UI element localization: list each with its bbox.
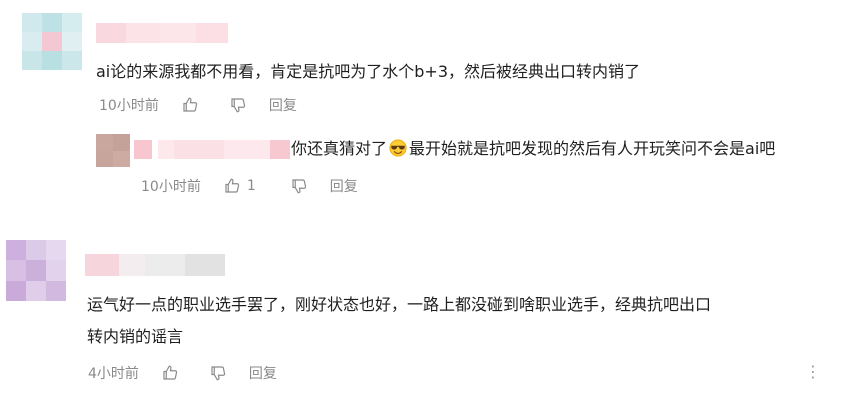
comment-meta: 10小时前 回复: [99, 94, 297, 116]
thumbs-up-icon: [225, 178, 239, 193]
reply-button[interactable]: 回复: [269, 95, 297, 115]
reply-text-part1: 你还真猜对了: [291, 139, 388, 158]
sunglasses-emoji-icon: [389, 139, 407, 157]
dislike-button[interactable]: [209, 364, 227, 382]
reply-username-blurred[interactable]: [134, 140, 290, 159]
comment-text-line1: 运气好一点的职业选手罢了，刚好状态也好，一路上都没碰到啥职业选手，经典抗吧出口: [87, 295, 712, 314]
thumbs-down-icon: [211, 366, 226, 381]
thumbs-down-icon: [292, 179, 306, 194]
reply-text-part2: 最开始就是抗吧发现的然后有人开玩笑问不会是ai吧: [409, 139, 776, 158]
avatar[interactable]: [6, 240, 66, 301]
like-count: 1: [246, 178, 256, 194]
reply-button[interactable]: 回复: [249, 363, 277, 383]
comment-text: ai论的来源我都不用看，肯定是抗吧为了水个b+3，然后被经典出口转内销了: [96, 62, 640, 81]
username-blurred[interactable]: [85, 254, 225, 276]
reply-meta: 10小时前 1 回复: [141, 175, 358, 197]
dislike-button[interactable]: [229, 96, 247, 114]
reply-time: 10小时前: [141, 179, 201, 195]
like-button[interactable]: [181, 96, 199, 114]
avatar[interactable]: [22, 13, 82, 70]
reply-dislike-button[interactable]: [290, 177, 308, 195]
like-button[interactable]: [161, 364, 179, 382]
comment-meta: 4小时前 回复: [88, 362, 277, 384]
reply-like-button[interactable]: 1: [223, 177, 256, 195]
comment-text-line2: 转内销的谣言: [87, 327, 184, 346]
more-options-icon[interactable]: ⋮: [805, 362, 821, 381]
thumbs-up-icon: [163, 365, 178, 380]
reply-reply-button[interactable]: 回复: [330, 176, 358, 196]
comment-time: 10小时前: [99, 98, 159, 114]
username-blurred[interactable]: [96, 23, 228, 43]
comment-text: 运气好一点的职业选手罢了，刚好状态也好，一路上都没碰到啥职业选手，经典抗吧出口 …: [87, 292, 711, 350]
reply-avatar[interactable]: [96, 134, 130, 167]
comment-time: 4小时前: [88, 366, 139, 382]
thumbs-up-icon: [183, 97, 197, 112]
thumbs-down-icon: [231, 98, 245, 113]
reply-text: 你还真猜对了 最开始就是抗吧发现的然后有人开玩笑问不会是ai吧: [291, 136, 775, 162]
